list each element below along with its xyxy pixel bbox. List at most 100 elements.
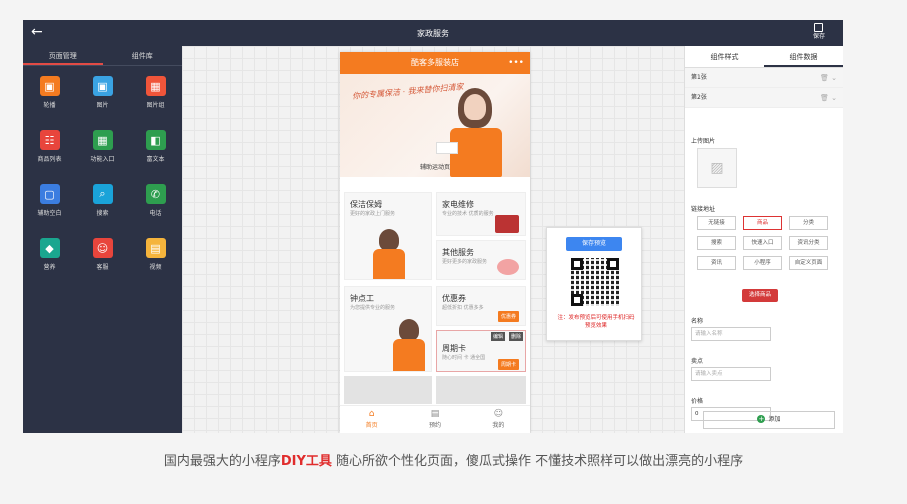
link-option-button[interactable]: 资讯分类 (789, 236, 828, 250)
tab-home[interactable]: ⌂ 首页 (340, 406, 403, 433)
widget-label: 功能入口 (90, 156, 115, 163)
tab-mine[interactable]: ☺ 我的 (467, 406, 530, 433)
widget-item[interactable]: ▢ 辅助空白 (23, 184, 76, 232)
widget-item[interactable]: ◧ 富文本 (129, 130, 182, 178)
banner-caption: 辅助运动页 (419, 164, 450, 171)
tab-component-data[interactable]: 组件数据 (764, 46, 843, 67)
widget-item[interactable]: ☺ 客服 (76, 238, 129, 286)
name-input[interactable]: 请输入名称 (691, 327, 771, 341)
link-option-button[interactable]: 无链接 (697, 216, 736, 230)
design-canvas: 酷客多服装店 ••• 你的专属保洁 · 我来替你扫清家 辅助运动页 保洁保姆 更… (182, 46, 684, 433)
link-label: 链接地址 (691, 206, 716, 213)
qr-finder (607, 258, 619, 270)
widget-label: 辅助空白 (37, 210, 62, 217)
page-title: 家政服务 (417, 29, 449, 38)
service-card-cleaning[interactable]: 保洁保姆 更好的家政上门服务 (344, 192, 432, 280)
add-label: 添加 (768, 416, 781, 423)
slide-label: 第1张 (691, 74, 707, 81)
save-label: 保存 (812, 33, 825, 40)
tab-label: 预约 (428, 422, 441, 429)
phone-header: 酷客多服装店 ••• (340, 52, 530, 74)
service-card-hourly[interactable]: 钟点工 为您提供专业的服务 (344, 286, 432, 372)
card-title: 优惠券 (442, 294, 466, 303)
link-option-button[interactable]: 自定义页面 (789, 256, 828, 270)
widget-item[interactable]: ▣ 轮播 (23, 76, 76, 124)
preview-note: 注：发布预览后可使用手机扫码预览效果 (557, 315, 635, 329)
link-option-button[interactable]: 小程序 (743, 256, 782, 270)
card-title: 周期卡 (442, 344, 466, 353)
caption-part-2: 随心所欲个性化页面，傻瓜式操作 不懂技术照样可以做出漂亮的小程序 (336, 454, 744, 469)
qr-code (571, 258, 619, 306)
price-label: 价格 (691, 398, 704, 405)
widget-item[interactable]: ☷ 商品列表 (23, 130, 76, 178)
right-panel: 组件样式 组件数据 第1张 🗑 ⌄ 第2张 🗑 ⌄ 上传图片 ▨ 链接地址 无链接商… (684, 46, 843, 433)
card-subtitle: 更好的家政上门服务 (350, 211, 396, 217)
widget-icon: ☷ (39, 130, 60, 150)
other-service-image (497, 259, 519, 275)
save-button[interactable]: 保存 (813, 23, 825, 41)
coupon-button[interactable]: 优惠券 (497, 311, 519, 322)
widget-label: 电话 (149, 210, 162, 217)
tab-page-management[interactable]: 页面管理 (23, 46, 103, 65)
banner-person-face (464, 94, 486, 120)
link-option-button[interactable]: 搜索 (697, 236, 736, 250)
selling-point-input[interactable]: 请输入卖点 (691, 367, 771, 381)
trash-chevron-icons[interactable]: 🗑 ⌄ (820, 68, 837, 88)
slide-row-2[interactable]: 第2张 🗑 ⌄ (685, 88, 843, 108)
link-option-button[interactable]: 商品 (743, 216, 782, 230)
period-card[interactable]: 编辑 删除 周期卡 随心时间 卡 通全国 周期卡 (436, 330, 526, 372)
widget-label: 图片组 (146, 102, 165, 109)
menu-dots-icon[interactable]: ••• (508, 52, 524, 74)
card-subtitle: 为您提供专业的服务 (350, 305, 396, 311)
tab-label: 我的 (492, 422, 505, 429)
service-card-other[interactable]: 其他服务 更好更多的家政服务 (436, 240, 526, 280)
widget-item[interactable]: ▣ 图片 (76, 76, 129, 124)
slide-row-1[interactable]: 第1张 🗑 ⌄ (685, 68, 843, 88)
link-option-button[interactable]: 资讯 (697, 256, 736, 270)
tab-component-library[interactable]: 组件库 (103, 46, 183, 65)
qr-finder (571, 294, 583, 306)
select-product-button[interactable]: 选择商品 (742, 289, 778, 302)
delete-tag[interactable]: 删除 (508, 332, 523, 341)
slide-label: 第2张 (691, 94, 707, 101)
plus-icon: + (757, 415, 766, 423)
widget-icon: ▤ (145, 238, 166, 258)
widget-icon: ◧ (145, 130, 166, 150)
name-label: 名称 (691, 318, 704, 325)
top-bar: ← 家政服务 保存 (23, 20, 843, 46)
widget-label: 轮播 (43, 102, 56, 109)
placeholder-block (344, 376, 432, 404)
link-option-button[interactable]: 快速入口 (743, 236, 782, 250)
widget-item[interactable]: ✆ 电话 (129, 184, 182, 232)
widget-item[interactable]: ▦ 功能入口 (76, 130, 129, 178)
period-card-button[interactable]: 周期卡 (497, 359, 519, 370)
card-person-hair (379, 229, 399, 251)
widget-item[interactable]: ▦ 图片组 (129, 76, 182, 124)
calendar-icon: ▤ (430, 409, 440, 419)
save-preview-button[interactable]: 保存预览 (566, 237, 622, 251)
tab-label: 首页 (365, 422, 378, 429)
widget-item[interactable]: ⌕ 搜索 (76, 184, 129, 232)
service-card-appliance[interactable]: 家电维修 专业的技术 优质的服务 (436, 192, 526, 236)
tab-component-style[interactable]: 组件样式 (685, 46, 764, 67)
widget-label: 图片 (96, 102, 109, 109)
widget-item[interactable]: ▤ 视频 (129, 238, 182, 286)
add-button[interactable]: + 添加 (703, 411, 835, 429)
upload-image-box[interactable]: ▨ (697, 148, 737, 188)
card-subtitle: 超低折扣 优惠多多 (442, 305, 484, 311)
widget-item[interactable]: ◆ 营养 (23, 238, 76, 286)
edit-tag[interactable]: 编辑 (490, 332, 505, 341)
tab-booking[interactable]: ▤ 预约 (403, 406, 466, 433)
coupon-card[interactable]: 优惠券 超低折扣 优惠多多 优惠券 (436, 286, 526, 326)
home-icon: ⌂ (368, 409, 375, 419)
link-option-button[interactable]: 分类 (789, 216, 828, 230)
save-icon (814, 23, 824, 32)
left-panel: 页面管理 组件库 ▣ 轮播 ▣ 图片 ▦ 图片组 ☷ 商品列表 ▦ 功能入口 ◧ 富文本 ▢ 辅助空白 ⌕ 搜… (23, 46, 182, 433)
right-tabs: 组件样式 组件数据 (685, 46, 843, 68)
widget-label: 客服 (96, 264, 109, 271)
appliance-image (495, 215, 519, 233)
store-title: 酷客多服装店 (411, 58, 459, 67)
promo-caption: 国内最强大的小程序DIY工具 随心所欲个性化页面，傻瓜式操作 不懂技术照样可以做… (0, 450, 907, 469)
image-icon: ▨ (710, 160, 724, 176)
trash-chevron-icons[interactable]: 🗑 ⌄ (820, 88, 837, 108)
